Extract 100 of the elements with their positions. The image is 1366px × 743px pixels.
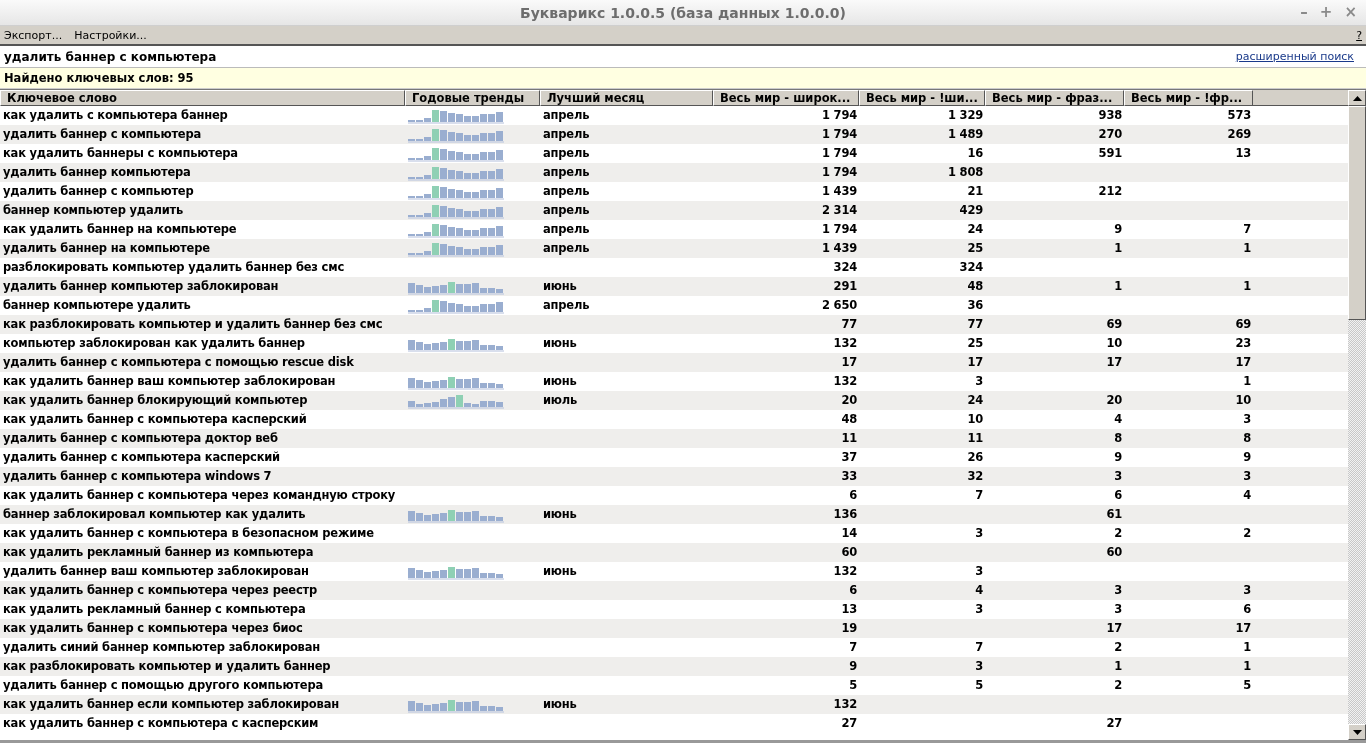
table-row[interactable]: удалить баннер на компьютере апрель 1 439 25 1 1 [0, 239, 1348, 258]
scroll-up-button[interactable] [1348, 90, 1366, 106]
count-cell-text: 132 [832, 563, 858, 580]
window-title: Букварикс 1.0.0.5 (база данных 1.0.0.0) [520, 4, 846, 21]
count-cell-text: 2 [1242, 525, 1252, 542]
count-cell-text: 136 [832, 506, 858, 523]
count-cell-text: 1 [1242, 240, 1252, 257]
column-header[interactable]: Годовые тренды [405, 90, 540, 106]
table-row[interactable]: удалить баннер с компьютера апрель 1 794 1 489 270 269 [0, 125, 1348, 144]
table-row[interactable]: как удалить баннер если компьютер заблокирован июнь 132 [0, 695, 1348, 714]
keyword-cell-text: удалить баннер компьютера [2, 164, 192, 181]
month-cell-text: апрель [542, 240, 591, 257]
count-cell-text: 3 [1242, 468, 1252, 485]
count-cell-text: 17 [1234, 620, 1252, 637]
count-cell-text: 48 [840, 411, 858, 428]
month-cell-text: апрель [542, 107, 591, 124]
column-header[interactable]: Лучший месяц [540, 90, 713, 106]
scroll-up-icon [1352, 95, 1362, 101]
count-cell-text: 17 [1105, 620, 1123, 637]
count-cell-text: 1 489 [947, 126, 984, 143]
count-cell-text: 2 650 [821, 297, 858, 314]
help-menu-item[interactable]: ? [1356, 28, 1362, 42]
count-cell-text: 3 [974, 601, 984, 618]
table-row[interactable]: как удалить баннер с компьютера через биос 19 17 17 [0, 619, 1348, 638]
month-cell-text: июнь [542, 563, 578, 580]
count-cell-text: 324 [958, 259, 984, 276]
column-header[interactable]: Весь мир - !ши... [859, 90, 985, 106]
keyword-cell-text: удалить баннер с компьютера с помощью rescue disk [2, 354, 355, 371]
count-cell-text: 32 [966, 468, 984, 485]
menu-item[interactable]: Экспорт... [4, 28, 63, 42]
count-cell-text: 132 [832, 335, 858, 352]
count-cell-text: 11 [840, 430, 858, 447]
month-cell-text: июль [542, 392, 579, 409]
column-header[interactable]: Весь мир - !фр... [1124, 90, 1253, 106]
menu-item[interactable]: Настройки... [74, 28, 147, 42]
count-cell-text: 60 [840, 544, 858, 561]
count-cell-text: 8 [1242, 430, 1252, 447]
count-cell-text: 69 [1234, 316, 1252, 333]
table-row[interactable]: удалить баннер с компьютера с помощью rescue disk 17 17 17 17 [0, 353, 1348, 372]
scrollbar[interactable] [1348, 90, 1366, 740]
count-cell-text: 13 [840, 601, 858, 618]
month-cell-text: июнь [542, 335, 578, 352]
table-row[interactable]: как разблокировать компьютер и удалить баннер 9 3 1 1 [0, 657, 1348, 676]
table-row[interactable]: как удалить рекламный баннер из компьютера 60 60 [0, 543, 1348, 562]
table-row[interactable]: удалить баннер с компьютера windows 7 33 32 3 3 [0, 467, 1348, 486]
count-cell-text: 1 439 [821, 183, 858, 200]
keyword-cell-text: как разблокировать компьютер и удалить баннер [2, 658, 332, 675]
keyword-cell-text: удалить баннер с компьютер [2, 183, 195, 200]
count-cell-text: 36 [966, 297, 984, 314]
keyword-cell-text: баннер заблокировал компьютер как удалить [2, 506, 307, 523]
count-cell-text: 60 [1105, 544, 1123, 561]
count-cell-text: 17 [1234, 354, 1252, 371]
keyword-cell-text: как удалить баннер с компьютера через командную строку [2, 487, 397, 504]
count-cell-text: 1 439 [821, 240, 858, 257]
count-cell-text: 1 794 [821, 164, 858, 181]
count-cell-text: 270 [1097, 126, 1123, 143]
table-row[interactable]: как удалить баннер блокирующий компьютер июль 20 24 20 10 [0, 391, 1348, 410]
count-cell-text: 4 [1113, 411, 1123, 428]
keyword-cell-text: как разблокировать компьютер и удалить баннер без смс [2, 316, 384, 333]
table-row[interactable]: как удалить баннер с компьютера через реестр 6 4 3 3 [0, 581, 1348, 600]
count-cell-text: 1 794 [821, 107, 858, 124]
count-cell-text: 324 [832, 259, 858, 276]
count-cell-text: 1 329 [947, 107, 984, 124]
count-cell-text: 24 [966, 221, 984, 238]
count-cell-text: 1 [1242, 278, 1252, 295]
count-cell-text: 26 [966, 449, 984, 466]
keyword-count-text: Найдено ключевых слов: 95 [4, 71, 194, 85]
scroll-thumb[interactable] [1348, 106, 1366, 320]
keyword-cell-text: как удалить баннер блокирующий компьютер [2, 392, 309, 409]
count-cell-text: 23 [1234, 335, 1252, 352]
table-row[interactable]: удалить баннер компьютера апрель 1 794 1 808 [0, 163, 1348, 182]
keyword-cell-text: как удалить с компьютера баннер [2, 107, 229, 124]
keyword-cell-text: удалить баннер с компьютера [2, 126, 203, 143]
scroll-down-button[interactable] [1348, 724, 1366, 740]
column-header[interactable]: Весь мир - широк... [713, 90, 859, 106]
count-cell-text: 6 [848, 487, 858, 504]
count-cell-text: 6 [848, 582, 858, 599]
keyword-cell-text: удалить баннер компьютер заблокирован [2, 278, 280, 295]
table-row[interactable]: как разблокировать компьютер и удалить баннер без смс 77 77 69 69 [0, 315, 1348, 334]
keyword-cell-text: удалить баннер с компьютера касперский [2, 449, 281, 466]
table-row[interactable]: баннер заблокировал компьютер как удалить июнь 136 61 [0, 505, 1348, 524]
count-cell-text: 429 [958, 202, 984, 219]
keyword-cell-text: удалить баннер ваш компьютер заблокирован [2, 563, 310, 580]
count-cell-text: 77 [840, 316, 858, 333]
table-row[interactable]: удалить баннер компьютер заблокирован июнь 291 48 1 1 [0, 277, 1348, 296]
table-row[interactable]: баннер компьютер удалить апрель 2 314 429 [0, 201, 1348, 220]
column-header[interactable]: Весь мир - фраз... [985, 90, 1124, 106]
keyword-cell-text: как удалить баннер с компьютера в безопасном режиме [2, 525, 375, 542]
count-cell-text: 1 808 [947, 164, 984, 181]
count-cell-text: 3 [1113, 582, 1123, 599]
table-row[interactable]: удалить баннер с компьютера доктор веб 11 11 8 8 [0, 429, 1348, 448]
month-cell-text: апрель [542, 297, 591, 314]
count-cell-text: 1 [1242, 658, 1252, 675]
count-cell-text: 77 [966, 316, 984, 333]
advanced-search-link[interactable]: расширенный поиск [1235, 50, 1354, 63]
count-cell-text: 5 [974, 677, 984, 694]
column-header[interactable]: Ключевое слово [0, 90, 405, 106]
count-cell-text: 8 [1113, 430, 1123, 447]
count-cell-text: 7 [848, 639, 858, 656]
count-cell-text: 13 [1234, 145, 1252, 162]
